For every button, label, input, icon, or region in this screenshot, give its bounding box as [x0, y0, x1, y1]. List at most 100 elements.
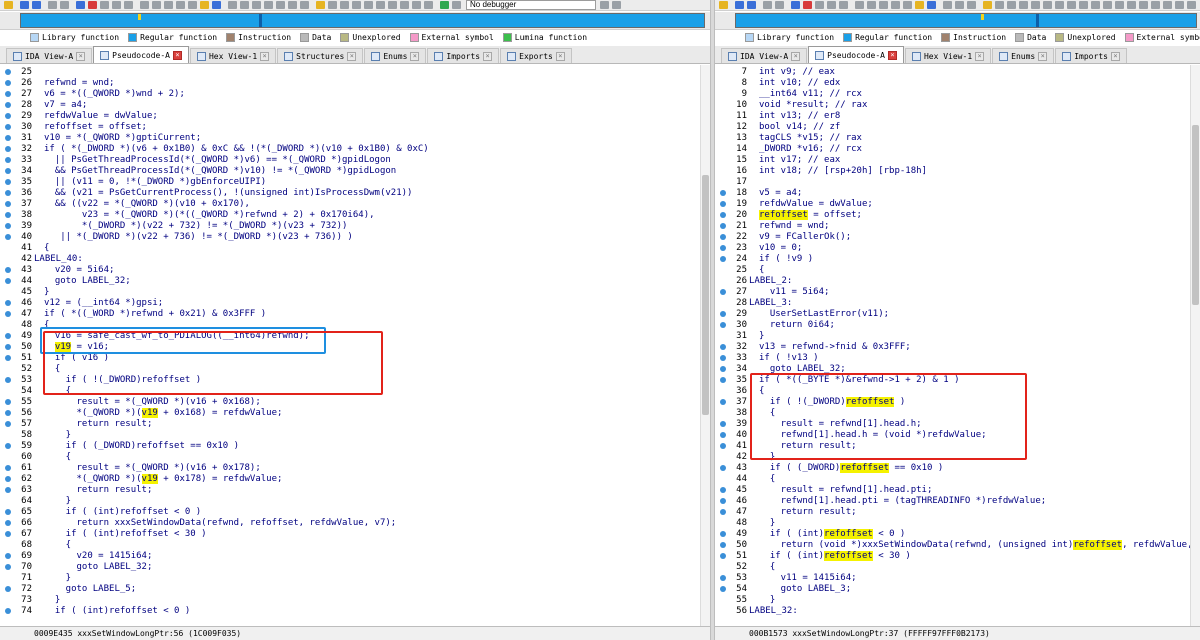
tab-enums[interactable]: Enums ×	[992, 48, 1055, 63]
code-line[interactable]: 50 v19 = v16;	[0, 342, 700, 353]
window-icon[interactable]	[424, 1, 433, 9]
hex-icon[interactable]	[228, 1, 237, 9]
code-line[interactable]: 14 _DWORD *v16; // rcx	[715, 144, 1190, 155]
breakpoint-dot-icon[interactable]	[720, 399, 726, 405]
breakpoint-dot-icon[interactable]	[5, 223, 11, 229]
breakpoint-dot-icon[interactable]	[720, 542, 726, 548]
breakpoint-dot-icon[interactable]	[5, 476, 11, 482]
code-line[interactable]: 68 {	[0, 540, 700, 551]
code-line[interactable]: 48 {	[0, 320, 700, 331]
code-line[interactable]: 46 v12 = (__int64 *)gpsi;	[0, 298, 700, 309]
code-line[interactable]: 34 && PsGetThreadProcessId(*(_QWORD *)v1…	[0, 166, 700, 177]
code-line[interactable]: 60 {	[0, 452, 700, 463]
breakpoint-dot-icon[interactable]	[5, 564, 11, 570]
debugger-select[interactable]: No debugger	[466, 0, 596, 10]
breakpoint-dot-icon[interactable]	[720, 355, 726, 361]
code-line[interactable]: 8 int v10; // edx	[715, 78, 1190, 89]
breakpoint-dot-icon[interactable]	[5, 520, 11, 526]
array-icon[interactable]	[276, 1, 285, 9]
breakpoint-dot-icon[interactable]	[5, 465, 11, 471]
redo-icon[interactable]	[1007, 1, 1016, 9]
breakpoint-dot-icon[interactable]	[720, 234, 726, 240]
breakpoint-icon[interactable]	[803, 1, 812, 9]
patch-icon[interactable]	[855, 1, 864, 9]
plugin-icon[interactable]	[412, 1, 421, 9]
breakpoint-dot-icon[interactable]	[720, 498, 726, 504]
chart-icon[interactable]	[240, 1, 249, 9]
code-line[interactable]: 40 || *(_DWORD *)(v22 + 736) != *(_DWORD…	[0, 232, 700, 243]
code-line[interactable]: 40 refwnd[1].head.h = (void *)refdwValue…	[715, 430, 1190, 441]
code-line[interactable]: 73 }	[0, 595, 700, 606]
code-line[interactable]: 37 && ((v22 = *(_QWORD *)(v10 + 0x170),	[0, 199, 700, 210]
code-line[interactable]: 28 v7 = a4;	[0, 100, 700, 111]
code-line[interactable]: 67 if ( (int)refoffset < 30 )	[0, 529, 700, 540]
flag-icon[interactable]	[200, 1, 209, 9]
code-line[interactable]: 32 if ( *(_DWORD *)(v6 + 0x1B0) & 0xC && …	[0, 144, 700, 155]
code-line[interactable]: 44 goto LABEL_32;	[0, 276, 700, 287]
copy-icon[interactable]	[48, 1, 57, 9]
breakpoint-dot-icon[interactable]	[720, 487, 726, 493]
tools-icon[interactable]	[388, 1, 397, 9]
breakpoint-dot-icon[interactable]	[720, 366, 726, 372]
code-line[interactable]: 11 int v13; // er8	[715, 111, 1190, 122]
code-line[interactable]: 25 {	[715, 265, 1190, 276]
vertical-scrollbar[interactable]	[700, 65, 710, 626]
navigation-band[interactable]	[715, 12, 1200, 30]
code-line[interactable]: 54 goto LABEL_3;	[715, 584, 1190, 595]
breakpoint-dot-icon[interactable]	[5, 531, 11, 537]
breakpoint-dot-icon[interactable]	[720, 377, 726, 383]
code-line[interactable]: 25	[0, 67, 700, 78]
code-line[interactable]: 33 if ( !v13 )	[715, 353, 1190, 364]
breakpoint-dot-icon[interactable]	[5, 201, 11, 207]
code-line[interactable]: 52 {	[715, 562, 1190, 573]
code-line[interactable]: 31}	[715, 331, 1190, 342]
code-line[interactable]: 42 LABEL_40:	[0, 254, 700, 265]
code-line[interactable]: 49 if ( (int)refoffset < 0 )	[715, 529, 1190, 540]
warning-icon[interactable]	[983, 1, 992, 9]
close-icon[interactable]: ×	[76, 51, 86, 61]
enum-icon[interactable]	[300, 1, 309, 9]
enum-icon[interactable]	[1115, 1, 1124, 9]
code-line[interactable]: 66 return xxxSetWindowData(refwnd, refof…	[0, 518, 700, 529]
code-line[interactable]: 43 if ( (_DWORD)refoffset == 0x10 )	[715, 463, 1190, 474]
func-icon[interactable]	[152, 1, 161, 9]
breakpoint-dot-icon[interactable]	[720, 311, 726, 317]
open-icon[interactable]	[719, 1, 728, 9]
tab-pseudocode-a[interactable]: Pseudocode-A ×	[93, 46, 189, 63]
code-line[interactable]: 35 if ( *((_BYTE *)&refwnd->1 + 2) & 1 )	[715, 375, 1190, 386]
breakpoint-dot-icon[interactable]	[5, 179, 11, 185]
navigation-bar[interactable]	[20, 13, 705, 28]
navigation-bar[interactable]	[735, 13, 1197, 28]
code-line[interactable]: 20 refoffset = offset;	[715, 210, 1190, 221]
code-line[interactable]: 30 refoffset = offset;	[0, 122, 700, 133]
breakpoint-dot-icon[interactable]	[5, 586, 11, 592]
breakpoint-dot-icon[interactable]	[720, 344, 726, 350]
code-line[interactable]: 55 result = *(_QWORD *)(v16 + 0x168);	[0, 397, 700, 408]
code-line[interactable]: 26 LABEL_2:	[715, 276, 1190, 287]
tools-icon[interactable]	[1055, 1, 1064, 9]
table-icon[interactable]	[1031, 1, 1040, 9]
breakpoint-dot-icon[interactable]	[720, 289, 726, 295]
code-line[interactable]: 10 void *result; // rax	[715, 100, 1190, 111]
xref-icon[interactable]	[212, 1, 221, 9]
hex-icon[interactable]	[943, 1, 952, 9]
back-icon[interactable]	[735, 1, 744, 9]
code-line[interactable]: 30 return 0i64;	[715, 320, 1190, 331]
tab-imports[interactable]: Imports ×	[1055, 48, 1127, 63]
jump-icon[interactable]	[815, 1, 824, 9]
scroll-thumb[interactable]	[702, 175, 709, 415]
breakpoint-dot-icon[interactable]	[5, 421, 11, 427]
code-line[interactable]: 17	[715, 177, 1190, 188]
code-line[interactable]: 18 v5 = a4;	[715, 188, 1190, 199]
attach-icon[interactable]	[612, 1, 621, 9]
code-line[interactable]: 39 *(_DWORD *)(v22 + 732) != *(_DWORD *)…	[0, 221, 700, 232]
breakpoint-dot-icon[interactable]	[720, 421, 726, 427]
pseudocode-view[interactable]: 7 int v9; // eax 8 int v10; // edx 9 __int64 …	[715, 65, 1190, 626]
breakpoint-dot-icon[interactable]	[5, 234, 11, 240]
breakpoint-dot-icon[interactable]	[5, 377, 11, 383]
tab-imports[interactable]: Imports ×	[427, 48, 500, 63]
code-line[interactable]: 51 if ( (int)refoffset < 30 )	[715, 551, 1190, 562]
code-line[interactable]: 45 result = refwnd[1].head.pti;	[715, 485, 1190, 496]
code-line[interactable]: 43 v20 = 5i64;	[0, 265, 700, 276]
chart-icon[interactable]	[955, 1, 964, 9]
